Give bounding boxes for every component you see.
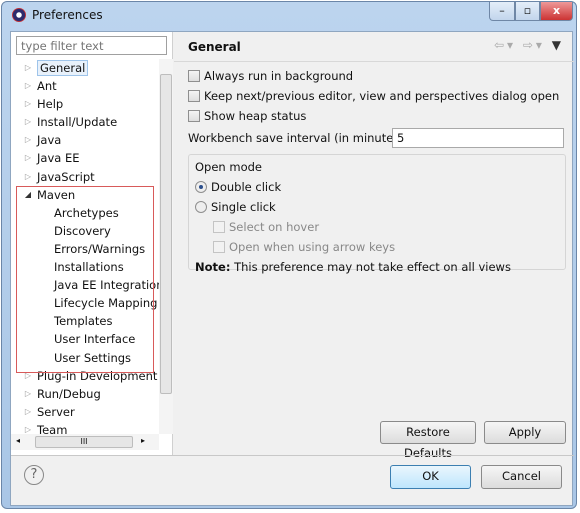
- restore-defaults-button[interactable]: Restore Defaults: [380, 421, 476, 460]
- expand-arrow-icon[interactable]: ▷: [23, 149, 33, 167]
- expand-arrow-icon[interactable]: ▷: [23, 168, 33, 186]
- preference-tree-pane: ▷General▷Ant▷Help▷Install/Update▷Java▷Ja…: [11, 32, 173, 455]
- open-mode-legend: Open mode: [195, 160, 262, 174]
- label: Always run in background: [204, 69, 354, 83]
- expand-arrow-icon[interactable]: ▷: [23, 95, 33, 113]
- note-label: Note:: [195, 260, 231, 274]
- checkbox[interactable]: [213, 221, 225, 233]
- label: Show heap status: [204, 109, 307, 123]
- filter-input[interactable]: [16, 36, 167, 55]
- tree-item-label: Server: [37, 404, 75, 419]
- radio[interactable]: [195, 201, 207, 213]
- ok-button[interactable]: OK: [390, 465, 471, 489]
- label: Double click: [211, 180, 282, 194]
- expand-arrow-icon[interactable]: ▷: [23, 385, 33, 403]
- general-page: General ⇦▾ ⇨▾ ▼ Always run in background…: [174, 32, 574, 460]
- history-nav[interactable]: ⇦▾ ⇨▾ ▼: [494, 38, 564, 52]
- expand-arrow-icon[interactable]: ▷: [23, 421, 33, 434]
- tree-item-label: Team: [37, 422, 68, 434]
- open-arrow-keys-checkbox[interactable]: Open when using arrow keys: [213, 240, 395, 254]
- tree-item-label: Help: [37, 97, 64, 112]
- single-click-radio[interactable]: Single click: [195, 200, 276, 214]
- tree-item-label: Java EE: [37, 151, 80, 166]
- title-bar: Preferences: [12, 8, 103, 22]
- tree-item[interactable]: ▷ JavaScript: [11, 168, 159, 186]
- tree-item[interactable]: ▷ Run/Debug: [11, 385, 159, 403]
- tree-item[interactable]: ▷ Java: [11, 131, 159, 149]
- scroll-thumb[interactable]: III: [35, 436, 133, 448]
- back-arrow-icon[interactable]: ⇦▾: [494, 38, 516, 52]
- tree-vertical-scrollbar[interactable]: [159, 59, 173, 434]
- expand-arrow-icon[interactable]: ▷: [23, 403, 33, 421]
- radio[interactable]: [195, 181, 207, 193]
- maximize-button[interactable]: ▫: [515, 2, 540, 21]
- select-on-hover-checkbox[interactable]: Select on hover: [213, 220, 319, 234]
- save-interval-label: Workbench save interval (in minutes):: [188, 131, 408, 145]
- page-title: General: [188, 40, 241, 54]
- tree-item[interactable]: ▷ Team: [11, 421, 159, 434]
- tree-item[interactable]: ▷ Install/Update: [11, 113, 159, 131]
- checkbox[interactable]: [213, 241, 225, 253]
- tree-item-label: Java: [37, 133, 62, 148]
- always-run-background-checkbox[interactable]: Always run in background: [188, 69, 353, 83]
- tree-item-label: General: [37, 60, 89, 76]
- tree-horizontal-scrollbar[interactable]: ◂ III ▸: [11, 434, 159, 450]
- expand-arrow-icon[interactable]: ▷: [23, 131, 33, 149]
- cancel-button[interactable]: Cancel: [481, 465, 562, 489]
- tree-item[interactable]: ▷ Help: [11, 95, 159, 113]
- tree-item[interactable]: ▷ Java EE: [11, 149, 159, 167]
- view-menu-icon[interactable]: ▼: [552, 38, 564, 52]
- tree-item[interactable]: ▷ Server: [11, 403, 159, 421]
- close-button[interactable]: x: [540, 2, 573, 21]
- dialog-body: ▷General▷Ant▷Help▷Install/Update▷Java▷Ja…: [10, 31, 574, 506]
- save-interval-input[interactable]: 5: [392, 128, 564, 148]
- checkbox[interactable]: [188, 90, 200, 102]
- tree-item-label: Ant: [37, 79, 57, 94]
- expand-arrow-icon[interactable]: ▷: [23, 77, 33, 95]
- window-title: Preferences: [32, 8, 103, 22]
- eclipse-icon: [12, 8, 26, 22]
- show-heap-checkbox[interactable]: Show heap status: [188, 109, 306, 123]
- label: Select on hover: [229, 220, 320, 234]
- minimize-button[interactable]: –: [489, 2, 515, 21]
- preferences-window: Preferences – ▫ x ▷General▷Ant▷Help▷Inst…: [1, 1, 577, 509]
- tree-item[interactable]: ▷ Ant: [11, 77, 159, 95]
- checkbox[interactable]: [188, 110, 200, 122]
- label: Keep next/previous editor, view and pers…: [204, 89, 560, 103]
- expand-arrow-icon[interactable]: ▷: [23, 113, 33, 131]
- scroll-thumb[interactable]: [160, 74, 172, 394]
- note: Note: This preference may not take effec…: [195, 260, 511, 274]
- double-click-radio[interactable]: Double click: [195, 180, 281, 194]
- help-icon[interactable]: ?: [24, 465, 44, 485]
- keep-editor-dialog-checkbox[interactable]: Keep next/previous editor, view and pers…: [188, 89, 559, 103]
- label: Single click: [211, 200, 276, 214]
- tree-item-label: Install/Update: [37, 115, 118, 130]
- divider: [11, 455, 574, 456]
- page-header: General ⇦▾ ⇨▾ ▼: [174, 32, 574, 62]
- tree-item[interactable]: ▷ General: [11, 59, 159, 77]
- tree-item-label: JavaScript: [37, 169, 95, 184]
- expand-arrow-icon[interactable]: ▷: [23, 59, 33, 77]
- tree-item-label: Run/Debug: [37, 386, 101, 401]
- maven-highlight-box: [16, 186, 154, 373]
- forward-arrow-icon[interactable]: ⇨▾: [523, 38, 545, 52]
- label: Open when using arrow keys: [229, 240, 396, 254]
- checkbox[interactable]: [188, 70, 200, 82]
- note-text: This preference may not take effect on a…: [230, 260, 511, 274]
- apply-button[interactable]: Apply: [484, 421, 566, 444]
- open-mode-group: Open mode Double click Single click Sele…: [188, 154, 566, 274]
